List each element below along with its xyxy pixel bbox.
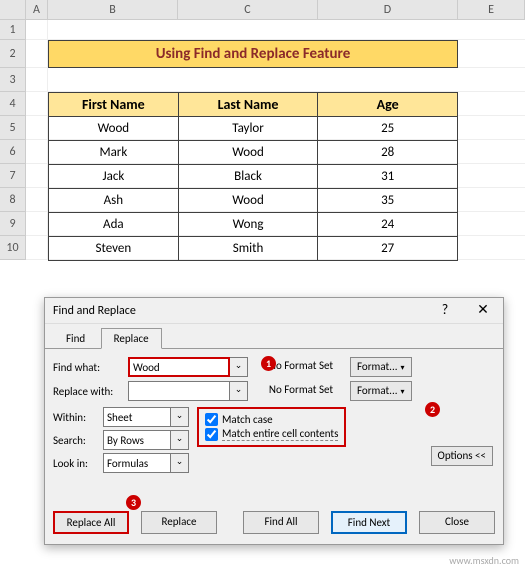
replacewith-input[interactable] [128, 381, 230, 401]
replacewith-format-state: No Format Set [256, 381, 346, 401]
replace-button[interactable]: Replace [141, 511, 217, 534]
col-headers: A B C D E [0, 0, 525, 20]
help-icon[interactable]: ? [427, 298, 463, 324]
match-options-group: Match case Match entire cell contents [197, 407, 346, 447]
chevron-down-icon: ▾ [401, 363, 405, 373]
col-header-a[interactable]: A [26, 0, 48, 19]
table-row: JackBlack31 [49, 165, 458, 189]
row-header[interactable]: 1 [0, 20, 26, 40]
search-label: Search: [53, 434, 103, 447]
row-header[interactable]: 10 [0, 236, 26, 260]
table-row: MarkWood28 [49, 141, 458, 165]
findall-button[interactable]: Find All [243, 511, 319, 534]
chevron-down-icon: ▾ [401, 387, 405, 397]
row-header[interactable]: 4 [0, 92, 26, 116]
tab-find[interactable]: Find [53, 328, 98, 349]
title-cell: Using Find and Replace Feature [48, 40, 458, 68]
th-age: Age [318, 93, 458, 117]
row-header[interactable]: 3 [0, 68, 26, 92]
annotation-3: 3 [126, 495, 141, 510]
findwhat-label: Find what: [53, 361, 128, 374]
findnext-button[interactable]: Find Next [331, 511, 407, 534]
table-row: AdaWong24 [49, 213, 458, 237]
row-header[interactable]: 2 [0, 40, 26, 68]
matchentire-checkbox[interactable]: Match entire cell contents [205, 427, 338, 441]
findwhat-dropdown-icon[interactable]: ⌄ [230, 357, 248, 377]
replacewith-format-button[interactable]: Format...▾ [350, 381, 412, 401]
select-all-corner[interactable] [0, 0, 26, 19]
replacewith-label: Replace with: [53, 385, 128, 398]
table-row: StevenSmith27 [49, 237, 458, 261]
close-icon[interactable]: ✕ [465, 298, 501, 324]
row-header[interactable]: 6 [0, 140, 26, 164]
lookin-label: Look in: [53, 457, 103, 470]
row-header[interactable]: 9 [0, 212, 26, 236]
col-header-e[interactable]: E [458, 0, 525, 19]
within-label: Within: [53, 411, 103, 424]
options-button[interactable]: Options << [431, 446, 493, 466]
search-select[interactable] [103, 430, 171, 450]
matchcase-checkbox[interactable]: Match case [205, 413, 338, 426]
lookin-select[interactable] [103, 453, 171, 473]
row-header[interactable]: 7 [0, 164, 26, 188]
row-header[interactable]: 8 [0, 188, 26, 212]
findwhat-format-button[interactable]: Format...▾ [350, 357, 412, 377]
chevron-down-icon[interactable]: ⌄ [171, 430, 189, 450]
close-button[interactable]: Close [419, 511, 495, 534]
col-header-b[interactable]: B [48, 0, 178, 19]
tabstrip: Find Replace [53, 328, 503, 349]
dialog-title: Find and Replace ? ✕ [45, 298, 503, 324]
th-last: Last Name [178, 93, 318, 117]
findwhat-input[interactable] [128, 357, 230, 377]
row-headers: 1 2 3 4 5 6 7 8 9 10 [0, 20, 26, 260]
button-row: Replace All Replace Find All Find Next C… [53, 511, 495, 534]
data-table: First Name Last Name Age WoodTaylor25 Ma… [48, 92, 458, 261]
col-header-c[interactable]: C [178, 0, 318, 19]
table-row: AshWood35 [49, 189, 458, 213]
replaceall-button[interactable]: Replace All [53, 511, 129, 534]
tab-replace[interactable]: Replace [101, 328, 162, 349]
annotation-1: 1 [261, 356, 276, 371]
chevron-down-icon[interactable]: ⌄ [171, 453, 189, 473]
find-replace-dialog: Find and Replace ? ✕ Find Replace Find w… [44, 297, 504, 545]
row-header[interactable]: 5 [0, 116, 26, 140]
chevron-down-icon[interactable]: ⌄ [171, 407, 189, 427]
replacewith-dropdown-icon[interactable]: ⌄ [230, 381, 248, 401]
col-header-d[interactable]: D [318, 0, 458, 19]
watermark: www.msxdn.com [449, 554, 519, 567]
dialog-title-text: Find and Replace [53, 304, 136, 318]
th-first: First Name [49, 93, 179, 117]
table-row: WoodTaylor25 [49, 117, 458, 141]
annotation-2: 2 [425, 402, 440, 417]
within-select[interactable] [103, 407, 171, 427]
